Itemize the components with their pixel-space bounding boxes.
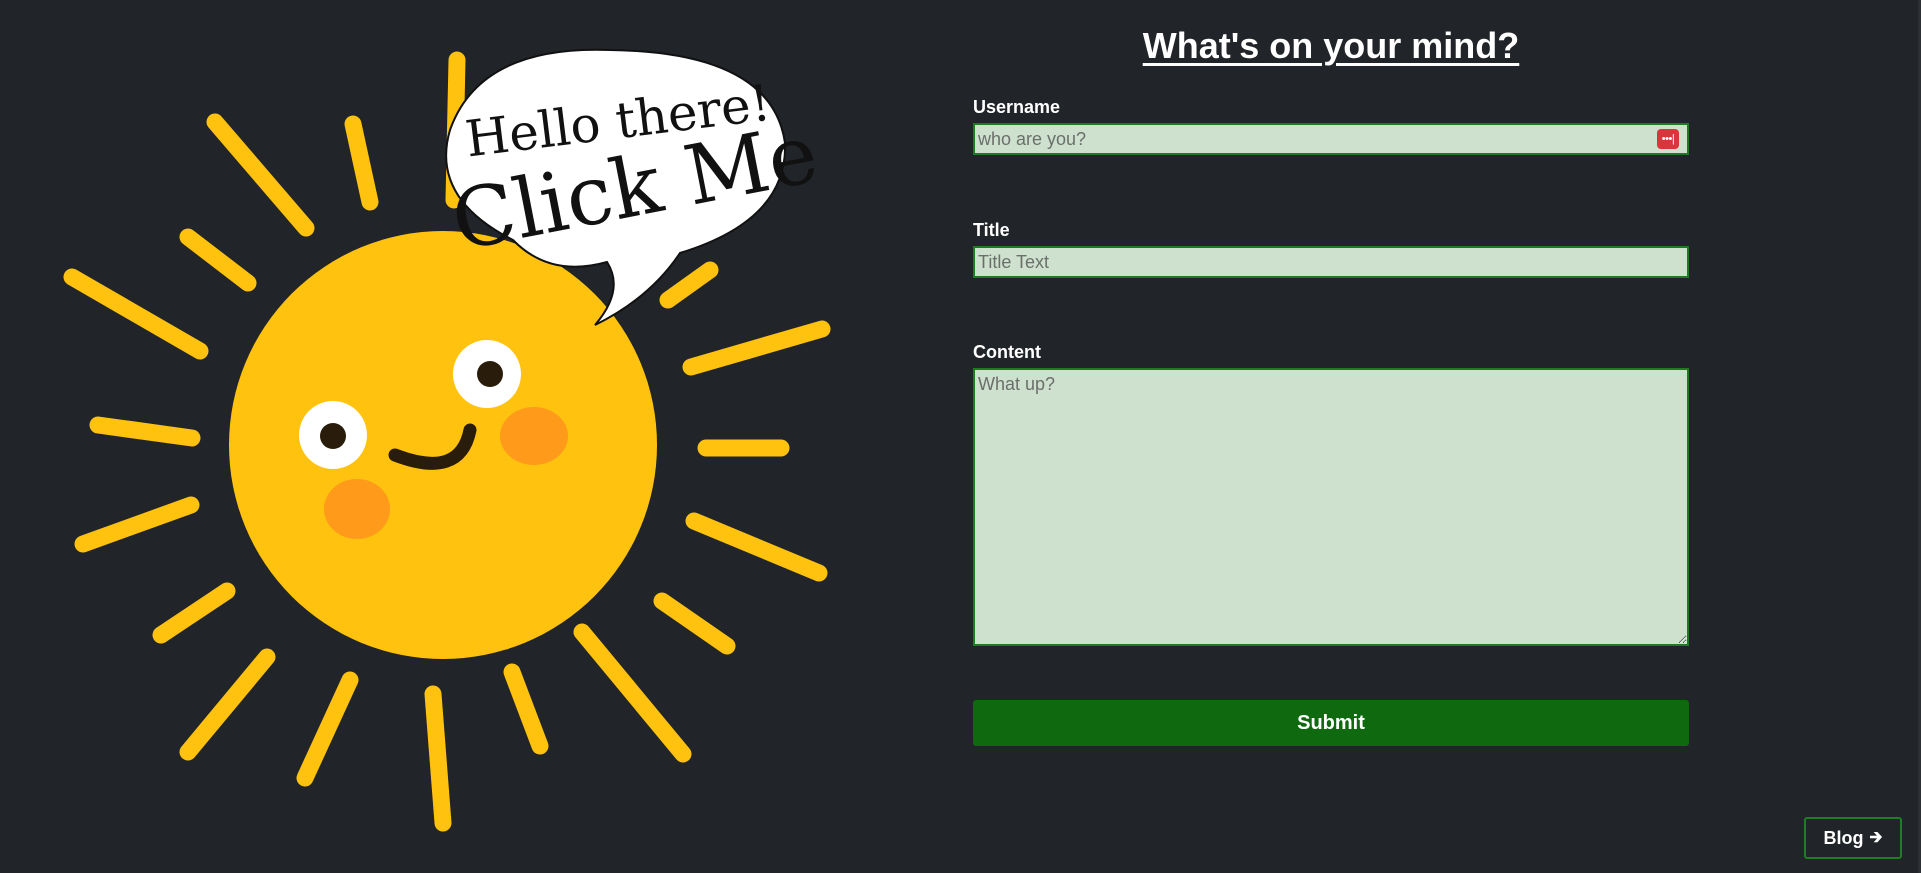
username-field-wrap: •••|	[973, 123, 1689, 155]
right-cheek	[500, 407, 568, 465]
title-input[interactable]	[973, 246, 1689, 278]
blog-button[interactable]: Blog 🡲	[1804, 817, 1902, 859]
page-title: What's on your mind?	[1142, 25, 1520, 66]
username-input[interactable]	[973, 123, 1689, 155]
content-label: Content	[973, 342, 1041, 362]
username-label: Username	[973, 97, 1061, 117]
sun-illustration-svg[interactable]: Hello there! Click Me	[50, 40, 850, 840]
sun-click-me-illustration[interactable]: Hello there! Click Me	[50, 40, 850, 840]
content-textarea[interactable]	[973, 368, 1689, 646]
sun-body	[229, 231, 657, 659]
right-pupil	[477, 361, 503, 387]
page: Hello there! Click Me What's on your min…	[0, 0, 1921, 873]
blog-button-label: Blog	[1823, 827, 1864, 848]
password-manager-icon[interactable]: •••|	[1657, 129, 1679, 149]
title-label: Title	[973, 220, 1010, 240]
title-field-wrap	[973, 246, 1689, 278]
arrow-right-icon: 🡲	[1869, 829, 1883, 846]
submit-button[interactable]: Submit	[973, 700, 1689, 746]
left-cheek	[324, 479, 390, 539]
left-pupil	[320, 423, 346, 449]
post-form: What's on your mind? Username •••| Title…	[973, 22, 1689, 746]
